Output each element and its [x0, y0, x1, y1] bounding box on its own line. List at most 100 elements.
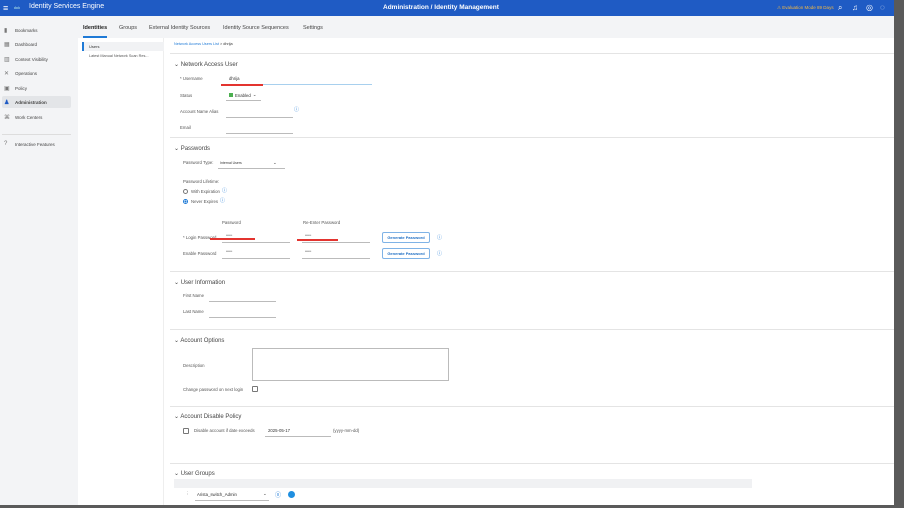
sidebar-item-label: Bookmarks	[15, 27, 38, 33]
tab-identity-source-sequences[interactable]: Identity Source Sequences	[223, 25, 289, 31]
help-icon[interactable]: ◎	[866, 3, 873, 12]
remove-group-icon[interactable]: ⓞ	[275, 490, 281, 499]
reenter-enable-password-input[interactable]: ••••••	[305, 249, 311, 253]
section-account-options[interactable]: ⌄ Account Options	[174, 337, 224, 344]
status-select[interactable]: Enabled ⌄	[229, 92, 256, 98]
divider	[170, 463, 894, 464]
tab-identities[interactable]: Identities	[83, 25, 107, 31]
enable-password-underline	[222, 258, 290, 259]
breadcrumb-users-list-link[interactable]: Network Access Users List	[174, 42, 219, 46]
drag-handle-icon[interactable]: ⋮	[185, 491, 189, 497]
password-type-label: Password Type:	[183, 160, 214, 165]
tab-settings[interactable]: Settings	[303, 25, 323, 31]
policy-icon: ▣	[4, 85, 10, 92]
sidebar-item-operations[interactable]: ✕ Operations	[2, 67, 71, 79]
generate-enable-password-button[interactable]: Generate Password	[382, 248, 430, 259]
section-network-access-user[interactable]: ⌄ Network Access User	[174, 61, 238, 68]
email-input[interactable]	[226, 133, 293, 134]
enable-password-input[interactable]: ••••••	[226, 249, 232, 253]
login-password-input[interactable]: ••••••	[226, 233, 232, 237]
sidebar-item-interactive-features[interactable]: ? Interactive Features	[2, 138, 71, 150]
sidebar-item-label: Operations	[15, 70, 38, 76]
first-name-label: First Name	[183, 293, 205, 298]
last-name-label: Last Name	[183, 309, 204, 314]
bell-icon[interactable]: ♫	[852, 3, 858, 12]
reenter-column-header: Re-Enter Password	[303, 220, 341, 225]
divider	[170, 406, 894, 407]
info-icon[interactable]: ⓘ	[222, 187, 227, 194]
generate-login-password-button[interactable]: Generate Password	[382, 232, 430, 243]
change-password-checkbox[interactable]	[252, 386, 258, 392]
status-underline	[226, 100, 261, 101]
chevron-down-icon: ⌄	[263, 491, 267, 496]
tools-icon: ✕	[4, 70, 10, 77]
sidebar-item-label: Interactive Features	[15, 141, 55, 147]
breadcrumb-current: dhrija	[223, 42, 233, 46]
password-type-select[interactable]: Internal Users	[220, 161, 242, 165]
sidebar-item-dashboard[interactable]: ▦ Dashboard	[2, 38, 71, 50]
sidebar-item-label: Work Centers	[15, 114, 43, 120]
status-value: Enabled	[235, 92, 251, 98]
sidebar-item-policy[interactable]: ▣ Policy	[2, 82, 71, 94]
tab-external-identity-sources[interactable]: External Identity Sources	[149, 25, 210, 31]
never-expires-radio[interactable]	[183, 199, 188, 204]
disable-account-checkbox[interactable]	[183, 428, 189, 434]
tab-groups[interactable]: Groups	[119, 25, 137, 31]
description-textarea[interactable]	[252, 348, 449, 381]
disable-date-underline	[265, 436, 331, 437]
work-centers-icon: ⌘	[4, 114, 10, 121]
sidebar-item-context-visibility[interactable]: ▥ Context Visibility	[2, 53, 71, 65]
sidebar-item-administration[interactable]: ♟ Administration	[2, 96, 71, 108]
search-icon[interactable]: ⌕	[838, 3, 842, 13]
subnav-latest-scan[interactable]: Latest Manual Network Scan Res...	[89, 54, 149, 58]
email-label: Email	[180, 125, 191, 130]
sidebar-item-label: Context Visibility	[15, 56, 48, 62]
login-password-underline	[222, 242, 290, 243]
user-group-select[interactable]: Arista_switch_Admin	[197, 492, 237, 497]
sidebar-item-work-centers[interactable]: ⌘ Work Centers	[2, 111, 71, 123]
change-password-label: Change password on next login	[183, 387, 244, 392]
sub-navigation: Users Latest Manual Network Scan Res...	[82, 38, 164, 505]
section-passwords[interactable]: ⌄ Passwords	[174, 145, 210, 152]
subnav-users[interactable]: Users	[82, 42, 164, 51]
evaluation-badge[interactable]: ⚠ Evaluation Mode 89 Days	[777, 5, 834, 11]
red-annotation	[221, 84, 263, 86]
hamburger-icon[interactable]: ≡	[3, 3, 8, 13]
info-icon[interactable]: ⓘ	[437, 250, 442, 257]
page-breadcrumb: Administration / Identity Management	[383, 4, 499, 11]
enabled-check-icon	[229, 93, 233, 97]
section-title: User Information	[180, 280, 226, 286]
dashboard-icon: ▦	[4, 41, 10, 48]
section-account-disable-policy[interactable]: ⌄ Account Disable Policy	[174, 413, 241, 420]
chevron-down-icon: ⌄	[273, 160, 277, 165]
reenter-login-password-input[interactable]: ••••••	[305, 233, 311, 237]
app-title: Identity Services Engine	[29, 3, 105, 10]
info-icon[interactable]: ⓘ	[220, 197, 225, 204]
section-user-information[interactable]: ⌄ User Information	[174, 279, 225, 286]
notification-icon[interactable]: ◌	[880, 3, 885, 12]
chart-icon: ▥	[4, 56, 10, 63]
section-user-groups[interactable]: ⌄ User Groups	[174, 470, 215, 477]
username-input[interactable]: dhrija	[229, 76, 240, 81]
first-name-input[interactable]	[209, 301, 276, 302]
with-expiration-radio[interactable]	[183, 189, 188, 194]
red-annotation	[210, 238, 255, 240]
add-group-button[interactable]	[288, 491, 295, 498]
alias-input[interactable]	[226, 117, 293, 118]
disable-date-input[interactable]: 2025-05-17	[268, 428, 290, 433]
divider	[170, 329, 894, 330]
sidebar-item-bookmarks[interactable]: ▮ Bookmarks	[2, 24, 71, 36]
ise-window: ≡ ılıılı Identity Services Engine Admini…	[0, 0, 894, 505]
sidebar-item-label: Policy	[15, 85, 28, 91]
breadcrumb-separator: >	[220, 42, 223, 46]
bookmark-icon: ▮	[4, 27, 8, 34]
date-format-hint: (yyyy-mm-dd)	[333, 428, 360, 433]
last-name-input[interactable]	[209, 317, 276, 318]
info-icon[interactable]: ⓘ	[437, 234, 442, 241]
password-type-underline	[218, 168, 285, 169]
sidebar: ▮ Bookmarks ▦ Dashboard ▥ Context Visibilit…	[0, 16, 78, 505]
info-icon[interactable]: ⓘ	[294, 106, 299, 113]
sidebar-item-label: Administration	[15, 99, 47, 105]
reenter-login-underline	[302, 242, 370, 243]
divider	[170, 271, 894, 272]
